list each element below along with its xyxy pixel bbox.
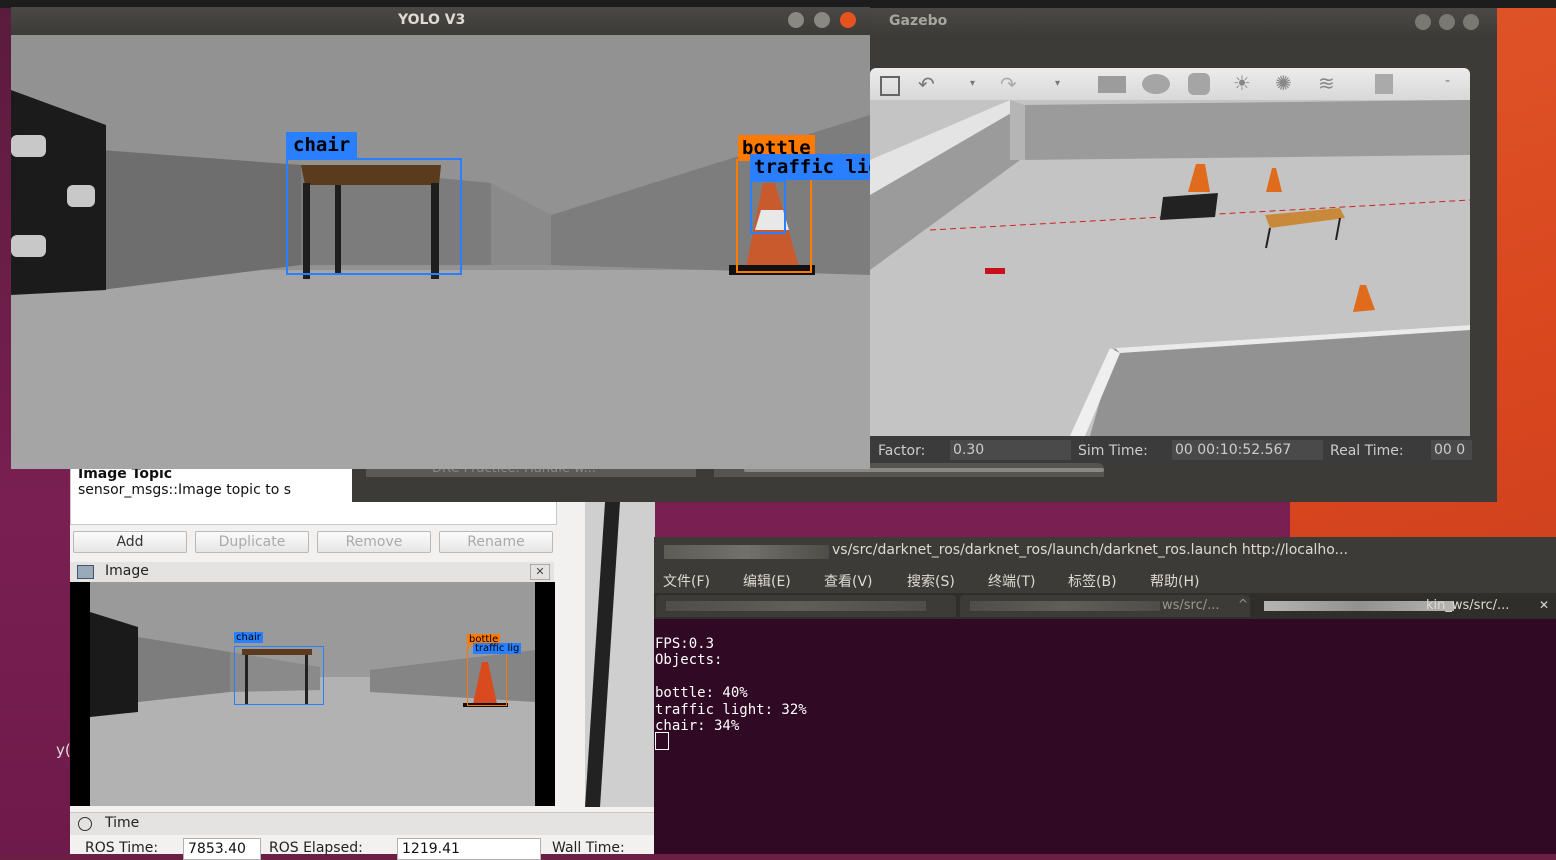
redacted-tab-title <box>970 601 1160 611</box>
close-icon[interactable]: ✕ <box>1539 598 1549 612</box>
yolo-window: YOLO V3 chair bottle traffic lig <box>11 7 870 469</box>
image-panel-header: Image ✕ <box>70 562 554 583</box>
output-line: chair: 34% <box>655 718 740 735</box>
rename-button[interactable]: Rename <box>439 531 553 553</box>
yolo-titlebar: YOLO V3 <box>11 7 870 35</box>
terminal-tab-3[interactable]: kin_ws/src/... ✕ <box>1254 595 1554 617</box>
gazebo-scene <box>870 100 1470 436</box>
menu-edit[interactable]: 编辑(E) <box>743 571 791 591</box>
factor-label: Factor: <box>878 443 926 459</box>
redacted-tab-title <box>666 601 926 611</box>
menu-search[interactable]: 搜索(S) <box>907 571 955 591</box>
minimize-icon[interactable] <box>788 12 804 28</box>
mini-detection-label-chair: chair <box>234 632 263 643</box>
terminal-cursor <box>655 732 669 750</box>
sphere-icon[interactable] <box>1142 74 1170 94</box>
ros-elapsed-field[interactable]: 1219.41 <box>397 838 541 860</box>
detection-box-chair <box>286 158 462 275</box>
real-time-field: 00 0 <box>1431 440 1472 460</box>
terminal-titlebar: vs/src/darknet_ros/darknet_ros/launch/da… <box>654 537 1556 567</box>
close-icon[interactable]: ✕ <box>530 564 550 580</box>
duplicate-button[interactable]: Duplicate <box>195 531 309 553</box>
redo-history-icon[interactable]: ▾ <box>1055 78 1060 89</box>
terminal-tab-3-label: kin_ws/src/... <box>1426 598 1510 613</box>
terminal-tab-1[interactable] <box>656 595 956 617</box>
gazebo-title: Gazebo <box>889 13 948 29</box>
maximize-icon[interactable] <box>1439 14 1455 30</box>
output-line: traffic light: 32% <box>655 701 807 718</box>
output-line: FPS:0.3 <box>655 636 715 652</box>
sim-time-field: 00 00:10:52.567 <box>1172 440 1323 460</box>
menu-help[interactable]: 帮助(H) <box>1150 571 1199 591</box>
time-panel-header: Time <box>70 812 655 835</box>
yolo-title: YOLO V3 <box>398 12 466 28</box>
copy-icon[interactable] <box>1375 74 1393 94</box>
redo-icon[interactable]: ↷ <box>1000 72 1017 96</box>
menu-view[interactable]: 查看(V) <box>824 571 873 591</box>
gazebo-toolbar: ↶ ▾ ↷ ▾ ☀ ✺ ≋ - <box>870 68 1470 100</box>
close-icon[interactable] <box>1463 14 1479 30</box>
menu-tabs[interactable]: 标签(B) <box>1068 571 1117 591</box>
directional-light-icon[interactable]: ≋ <box>1318 71 1335 95</box>
undo-icon[interactable]: ↶ <box>918 72 935 96</box>
time-panel-title: Time <box>105 815 140 831</box>
remove-button[interactable]: Remove <box>317 531 431 553</box>
menu-terminal[interactable]: 终端(T) <box>988 571 1035 591</box>
close-icon[interactable]: ^ <box>1238 597 1248 611</box>
detection-label-traffic-light: traffic lig <box>750 154 870 180</box>
description-text: sensor_msgs::Image topic to s <box>78 482 292 498</box>
point-light-icon[interactable]: ✺ <box>1275 71 1292 95</box>
maximize-icon[interactable] <box>814 12 830 28</box>
box-icon[interactable] <box>1098 76 1126 93</box>
yolo-camera-view: chair bottle traffic lig <box>11 35 870 469</box>
terminal-menubar: 文件(F) 编辑(E) 查看(V) 搜索(S) 终端(T) 标签(B) 帮助(H… <box>654 567 1556 593</box>
minimize-icon[interactable] <box>1415 14 1431 30</box>
more-icon[interactable]: - <box>1445 73 1450 89</box>
select-icon[interactable] <box>880 76 900 96</box>
sun-light-icon[interactable]: ☀ <box>1233 71 1251 95</box>
undo-history-icon[interactable]: ▾ <box>970 78 975 89</box>
detection-box-traffic-light <box>750 180 786 234</box>
terminal-tab-2-label: ws/src/... <box>1162 598 1220 613</box>
output-line: bottle: 40% <box>655 685 748 702</box>
sim-time-label: Sim Time: <box>1078 443 1148 459</box>
real-time-label: Real Time: <box>1330 443 1404 459</box>
output-line: Objects: <box>655 652 723 669</box>
redacted-path <box>664 545 829 559</box>
mini-detection-box-chair <box>234 646 324 705</box>
terminal-body[interactable]: FPS:0.3 Objects: bottle: 40% traffic light:… <box>654 619 1556 854</box>
rviz-window: Image Topic sensor_msgs::Image topic to … <box>70 455 655 860</box>
rviz-3d-view-strip <box>573 502 655 807</box>
terminal-window: vs/src/darknet_ros/darknet_ros/launch/da… <box>654 537 1556 854</box>
image-panel-title: Image <box>105 563 149 579</box>
image-icon <box>77 565 94 579</box>
terminal-tab-2[interactable]: ws/src/... ^ <box>960 595 1250 617</box>
clock-icon <box>78 817 92 831</box>
factor-field: 0.30 <box>950 440 1071 460</box>
gazebo-status-bar: Factor: 0.30 Sim Time: 00 00:10:52.567 R… <box>870 436 1472 464</box>
terminal-title: vs/src/darknet_ros/darknet_ros/launch/da… <box>832 542 1348 558</box>
detection-label-chair: chair <box>286 132 358 158</box>
desktop-side-text: y( <box>56 741 71 759</box>
close-icon[interactable] <box>840 12 856 28</box>
mini-detection-box-bottle <box>467 646 507 706</box>
cylinder-icon[interactable] <box>1188 73 1210 95</box>
terminal-output: FPS:0.3 Objects: bottle: 40% traffic light:… <box>655 636 807 734</box>
image-view: chair bottle traffic lig <box>70 582 555 806</box>
ros-time-field[interactable]: 7853.40 <box>183 838 261 860</box>
menu-file[interactable]: 文件(F) <box>663 571 710 591</box>
mini-detection-label-traffic: traffic lig <box>473 643 522 654</box>
add-button[interactable]: Add <box>73 531 187 553</box>
terminal-tabbar: ws/src/... ^ kin_ws/src/... ✕ <box>654 593 1556 619</box>
